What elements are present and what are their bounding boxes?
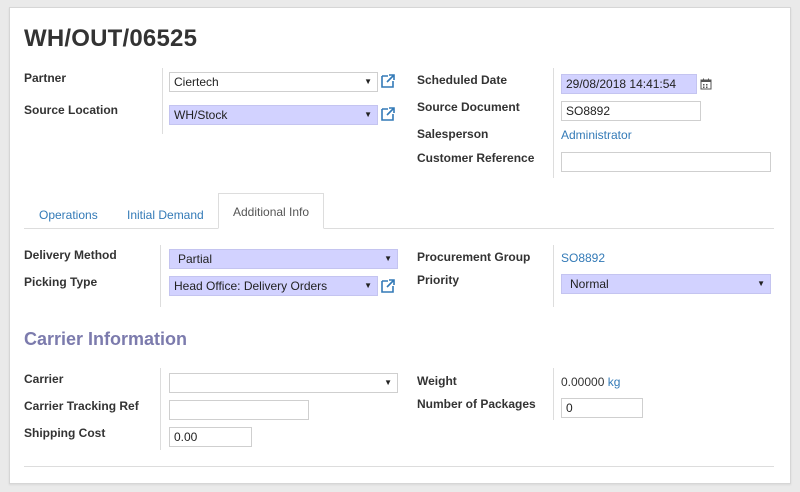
record-title: WH/OUT/06525 — [24, 25, 198, 52]
field-divider — [553, 368, 554, 420]
caret-down-icon: ▼ — [364, 110, 372, 119]
field-divider — [160, 245, 161, 307]
form-sheet: WH/OUT/06525 Partner Source Location Cie… — [9, 7, 791, 484]
number-of-packages-input[interactable]: 0 — [561, 398, 643, 418]
picking-type-select[interactable]: Head Office: Delivery Orders ▼ — [169, 276, 378, 296]
partner-value: Ciertech — [174, 75, 219, 89]
picking-type-label: Picking Type — [24, 275, 98, 289]
picking-type-value: Head Office: Delivery Orders — [174, 279, 328, 293]
shipping-cost-value: 0.00 — [174, 430, 198, 444]
caret-down-icon: ▼ — [384, 254, 392, 263]
field-divider — [160, 368, 161, 450]
source-document-input[interactable]: SO8892 — [561, 101, 701, 121]
procurement-group-label: Procurement Group — [417, 250, 531, 264]
salesperson-label: Salesperson — [417, 127, 489, 141]
weight-display: 0.00000 kg — [561, 375, 620, 389]
partner-select[interactable]: Ciertech ▼ — [169, 72, 378, 92]
source-document-label: Source Document — [417, 100, 520, 114]
carrier-select[interactable]: ▼ — [169, 373, 398, 393]
delivery-method-label: Delivery Method — [24, 248, 117, 262]
source-location-label: Source Location — [24, 103, 119, 117]
priority-label: Priority — [417, 273, 460, 287]
number-of-packages-value: 0 — [566, 401, 573, 415]
priority-select[interactable]: Normal ▼ — [561, 274, 771, 294]
calendar-icon[interactable] — [700, 78, 712, 90]
carrier-tracking-ref-label: Carrier Tracking Ref — [24, 399, 139, 413]
tab-operations[interactable]: Operations — [25, 201, 112, 229]
tab-initial-demand[interactable]: Initial Demand — [113, 201, 218, 229]
caret-down-icon: ▼ — [757, 279, 765, 288]
carrier-tracking-ref-input[interactable] — [169, 400, 309, 420]
customer-reference-label: Customer Reference — [417, 151, 535, 165]
source-document-value: SO8892 — [566, 104, 611, 118]
partner-label: Partner — [24, 71, 67, 85]
caret-down-icon: ▼ — [384, 378, 392, 387]
shipping-cost-input[interactable]: 0.00 — [169, 427, 252, 447]
external-link-icon[interactable] — [379, 105, 397, 123]
field-divider — [553, 245, 554, 307]
field-divider — [553, 68, 554, 178]
weight-unit: kg — [607, 375, 621, 389]
caret-down-icon: ▼ — [364, 281, 372, 290]
carrier-label: Carrier — [24, 372, 64, 386]
scheduled-date-value: 29/08/2018 14:41:54 — [566, 77, 677, 91]
caret-down-icon: ▼ — [364, 77, 372, 86]
shipping-cost-label: Shipping Cost — [24, 426, 106, 440]
external-link-icon[interactable] — [379, 277, 397, 295]
source-location-value: WH/Stock — [174, 108, 228, 122]
priority-value: Normal — [570, 277, 609, 291]
weight-label: Weight — [417, 374, 457, 388]
source-location-select[interactable]: WH/Stock ▼ — [169, 105, 378, 125]
scheduled-date-input[interactable]: 29/08/2018 14:41:54 — [561, 74, 697, 94]
bottom-divider — [24, 466, 774, 467]
carrier-information-heading: Carrier Information — [24, 329, 188, 349]
number-of-packages-label: Number of Packages — [417, 397, 536, 411]
weight-value: 0.00000 — [561, 375, 605, 389]
tab-additional-info[interactable]: Additional Info — [218, 193, 325, 229]
scheduled-date-label: Scheduled Date — [417, 73, 508, 87]
delivery-method-value: Partial — [178, 252, 213, 266]
procurement-group-link[interactable]: SO8892 — [561, 251, 605, 265]
field-divider — [162, 68, 163, 134]
external-link-icon[interactable] — [379, 72, 397, 90]
customer-reference-input[interactable] — [561, 152, 771, 172]
delivery-method-select[interactable]: Partial ▼ — [169, 249, 398, 269]
salesperson-link[interactable]: Administrator — [561, 128, 632, 142]
